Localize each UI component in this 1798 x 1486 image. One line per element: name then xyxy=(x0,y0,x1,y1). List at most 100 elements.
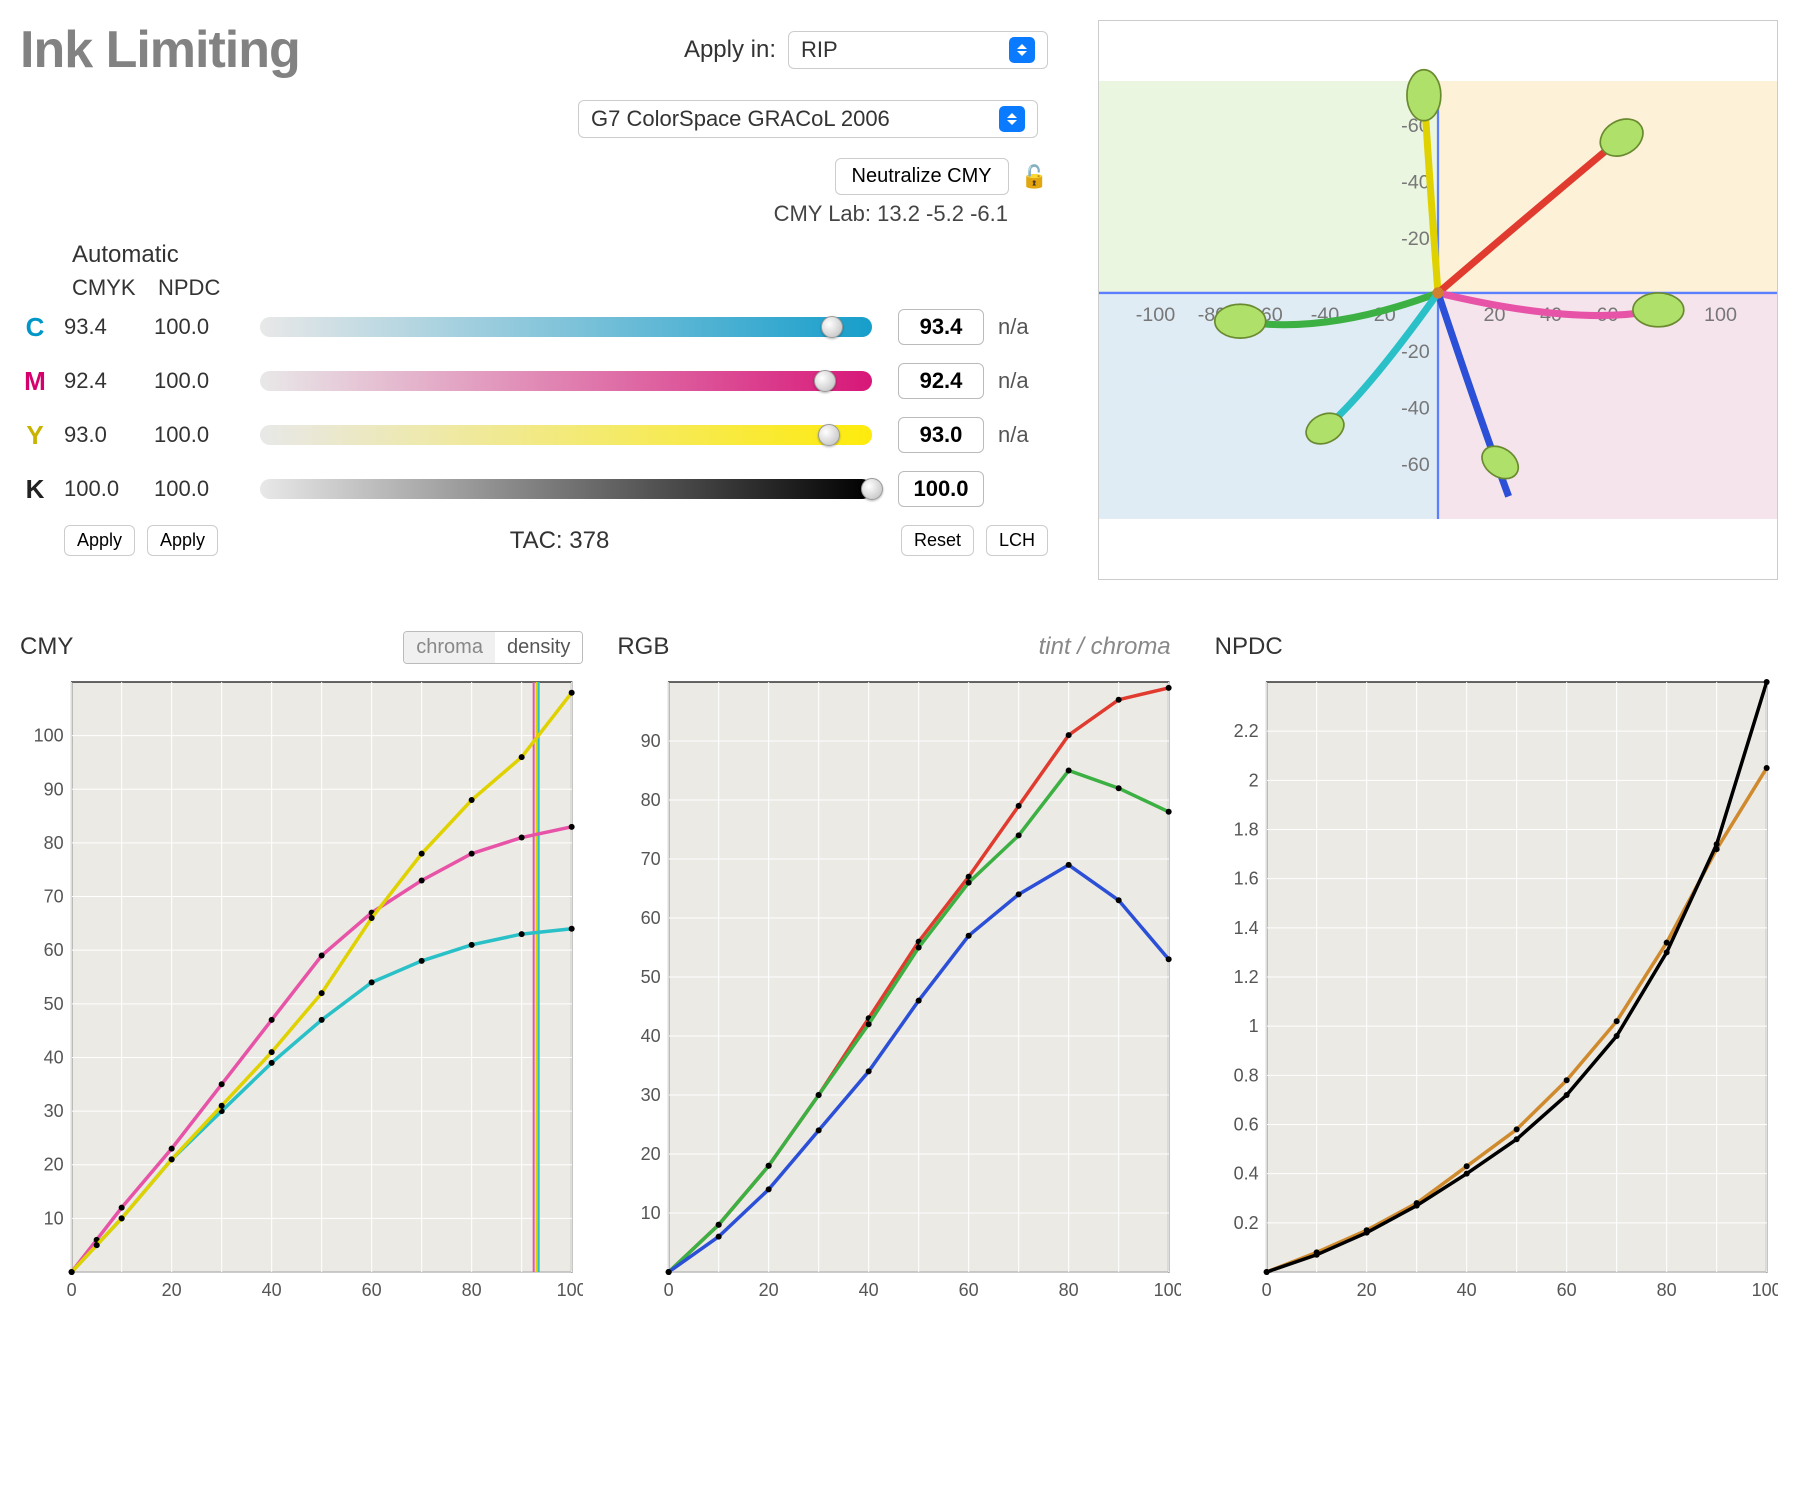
slider-m[interactable] xyxy=(260,371,872,391)
ink-row-c: C 93.4 100.0 n/a xyxy=(20,309,1048,345)
svg-text:1.2: 1.2 xyxy=(1233,967,1258,987)
npdc-val-k: 100.0 xyxy=(154,476,234,502)
slider-thumb-c[interactable] xyxy=(821,316,843,338)
ink-row-m: M 92.4 100.0 n/a xyxy=(20,363,1048,399)
svg-text:50: 50 xyxy=(44,994,64,1014)
svg-text:20: 20 xyxy=(162,1280,182,1300)
svg-text:60: 60 xyxy=(641,908,661,928)
col-npdc: NPDC xyxy=(158,275,220,301)
apply-npdc-button[interactable]: Apply xyxy=(147,525,218,556)
apply-in-value: RIP xyxy=(801,37,838,63)
svg-text:0.6: 0.6 xyxy=(1233,1115,1258,1135)
npdc-val-m: 100.0 xyxy=(154,368,234,394)
svg-text:100: 100 xyxy=(1751,1280,1778,1300)
svg-text:10: 10 xyxy=(44,1208,64,1228)
toggle-chroma[interactable]: chroma xyxy=(404,632,495,663)
svg-text:1.8: 1.8 xyxy=(1233,820,1258,840)
svg-text:80: 80 xyxy=(462,1280,482,1300)
automatic-label: Automatic xyxy=(72,241,1048,269)
svg-text:0.2: 0.2 xyxy=(1233,1213,1258,1233)
svg-text:80: 80 xyxy=(1656,1280,1676,1300)
chart-title-npdc: NPDC xyxy=(1215,633,1283,661)
na-label-m: n/a xyxy=(998,368,1048,394)
svg-text:20: 20 xyxy=(641,1144,661,1164)
svg-text:60: 60 xyxy=(1556,1280,1576,1300)
slider-thumb-m[interactable] xyxy=(814,370,836,392)
chart-npdc: 0204060801000.20.40.60.811.21.41.61.822.… xyxy=(1215,672,1778,1312)
chevron-updown-icon xyxy=(1009,37,1035,63)
ink-label-c: C xyxy=(20,312,50,343)
svg-text:80: 80 xyxy=(641,790,661,810)
svg-text:40: 40 xyxy=(641,1026,661,1046)
apply-in-label: Apply in: xyxy=(684,36,776,64)
svg-text:30: 30 xyxy=(44,1101,64,1121)
svg-text:50: 50 xyxy=(641,967,661,987)
svg-text:1: 1 xyxy=(1248,1016,1258,1036)
chart-rgb: 020406080100102030405060708090 xyxy=(617,672,1180,1312)
value-input-y[interactable] xyxy=(898,417,984,453)
svg-text:0: 0 xyxy=(1261,1280,1271,1300)
value-input-k[interactable] xyxy=(898,471,984,507)
ink-label-y: Y xyxy=(20,420,50,451)
tac-readout: TAC: 378 xyxy=(510,527,610,555)
cmyk-val-m: 92.4 xyxy=(64,368,140,394)
svg-text:10: 10 xyxy=(641,1203,661,1223)
svg-text:70: 70 xyxy=(641,849,661,869)
svg-text:1.4: 1.4 xyxy=(1233,918,1258,938)
svg-text:70: 70 xyxy=(44,887,64,907)
svg-text:20: 20 xyxy=(44,1155,64,1175)
svg-text:80: 80 xyxy=(44,833,64,853)
svg-text:90: 90 xyxy=(44,779,64,799)
svg-text:20: 20 xyxy=(1356,1280,1376,1300)
col-cmyk: CMYK xyxy=(72,275,158,301)
na-label-y: n/a xyxy=(998,422,1048,448)
gamut-plot: -100-80-60-40-20 20406080100 -60-40-20 -… xyxy=(1098,20,1778,580)
svg-text:40: 40 xyxy=(1456,1280,1476,1300)
value-input-m[interactable] xyxy=(898,363,984,399)
ink-label-m: M xyxy=(20,366,50,397)
svg-text:20: 20 xyxy=(759,1280,779,1300)
unlock-icon[interactable]: 🔓 xyxy=(1021,164,1048,190)
slider-c[interactable] xyxy=(260,317,872,337)
svg-text:40: 40 xyxy=(262,1280,282,1300)
svg-text:-60: -60 xyxy=(1401,454,1430,476)
svg-text:90: 90 xyxy=(641,731,661,751)
svg-text:100: 100 xyxy=(34,726,64,746)
slider-k[interactable] xyxy=(260,479,872,499)
cmy-lab-readout: CMY Lab: 13.2 -5.2 -6.1 xyxy=(20,201,1008,227)
apply-in-select[interactable]: RIP xyxy=(788,31,1048,69)
lch-button[interactable]: LCH xyxy=(986,525,1048,556)
ink-row-k: K 100.0 100.0 xyxy=(20,471,1048,507)
svg-text:-20: -20 xyxy=(1401,228,1430,250)
svg-text:1.6: 1.6 xyxy=(1233,869,1258,889)
svg-text:30: 30 xyxy=(641,1085,661,1105)
reset-button[interactable]: Reset xyxy=(901,525,974,556)
slider-thumb-k[interactable] xyxy=(861,478,883,500)
svg-text:-40: -40 xyxy=(1401,171,1430,193)
neutralize-cmy-button[interactable]: Neutralize CMY xyxy=(835,158,1009,195)
value-input-c[interactable] xyxy=(898,309,984,345)
cmyk-val-c: 93.4 xyxy=(64,314,140,340)
svg-text:0.8: 0.8 xyxy=(1233,1065,1258,1085)
toggle-density[interactable]: density xyxy=(495,632,582,663)
chart-title-cmy: CMY xyxy=(20,633,73,661)
chevron-updown-icon xyxy=(999,106,1025,132)
apply-cmyk-button[interactable]: Apply xyxy=(64,525,135,556)
svg-text:60: 60 xyxy=(362,1280,382,1300)
slider-thumb-y[interactable] xyxy=(818,424,840,446)
svg-text:60: 60 xyxy=(959,1280,979,1300)
svg-text:2.2: 2.2 xyxy=(1233,721,1258,741)
chart-title-rgb: RGB xyxy=(617,633,669,661)
profile-select[interactable]: G7 ColorSpace GRACoL 2006 xyxy=(578,100,1038,138)
cmy-toggle[interactable]: chroma density xyxy=(403,631,583,664)
ink-label-k: K xyxy=(20,474,50,505)
slider-y[interactable] xyxy=(260,425,872,445)
na-label-c: n/a xyxy=(998,314,1048,340)
svg-text:0.4: 0.4 xyxy=(1233,1164,1258,1184)
svg-text:0: 0 xyxy=(664,1280,674,1300)
svg-text:40: 40 xyxy=(859,1280,879,1300)
page-title: Ink Limiting xyxy=(20,20,300,80)
svg-text:80: 80 xyxy=(1059,1280,1079,1300)
svg-text:-40: -40 xyxy=(1401,397,1430,419)
svg-text:-20: -20 xyxy=(1401,341,1430,363)
